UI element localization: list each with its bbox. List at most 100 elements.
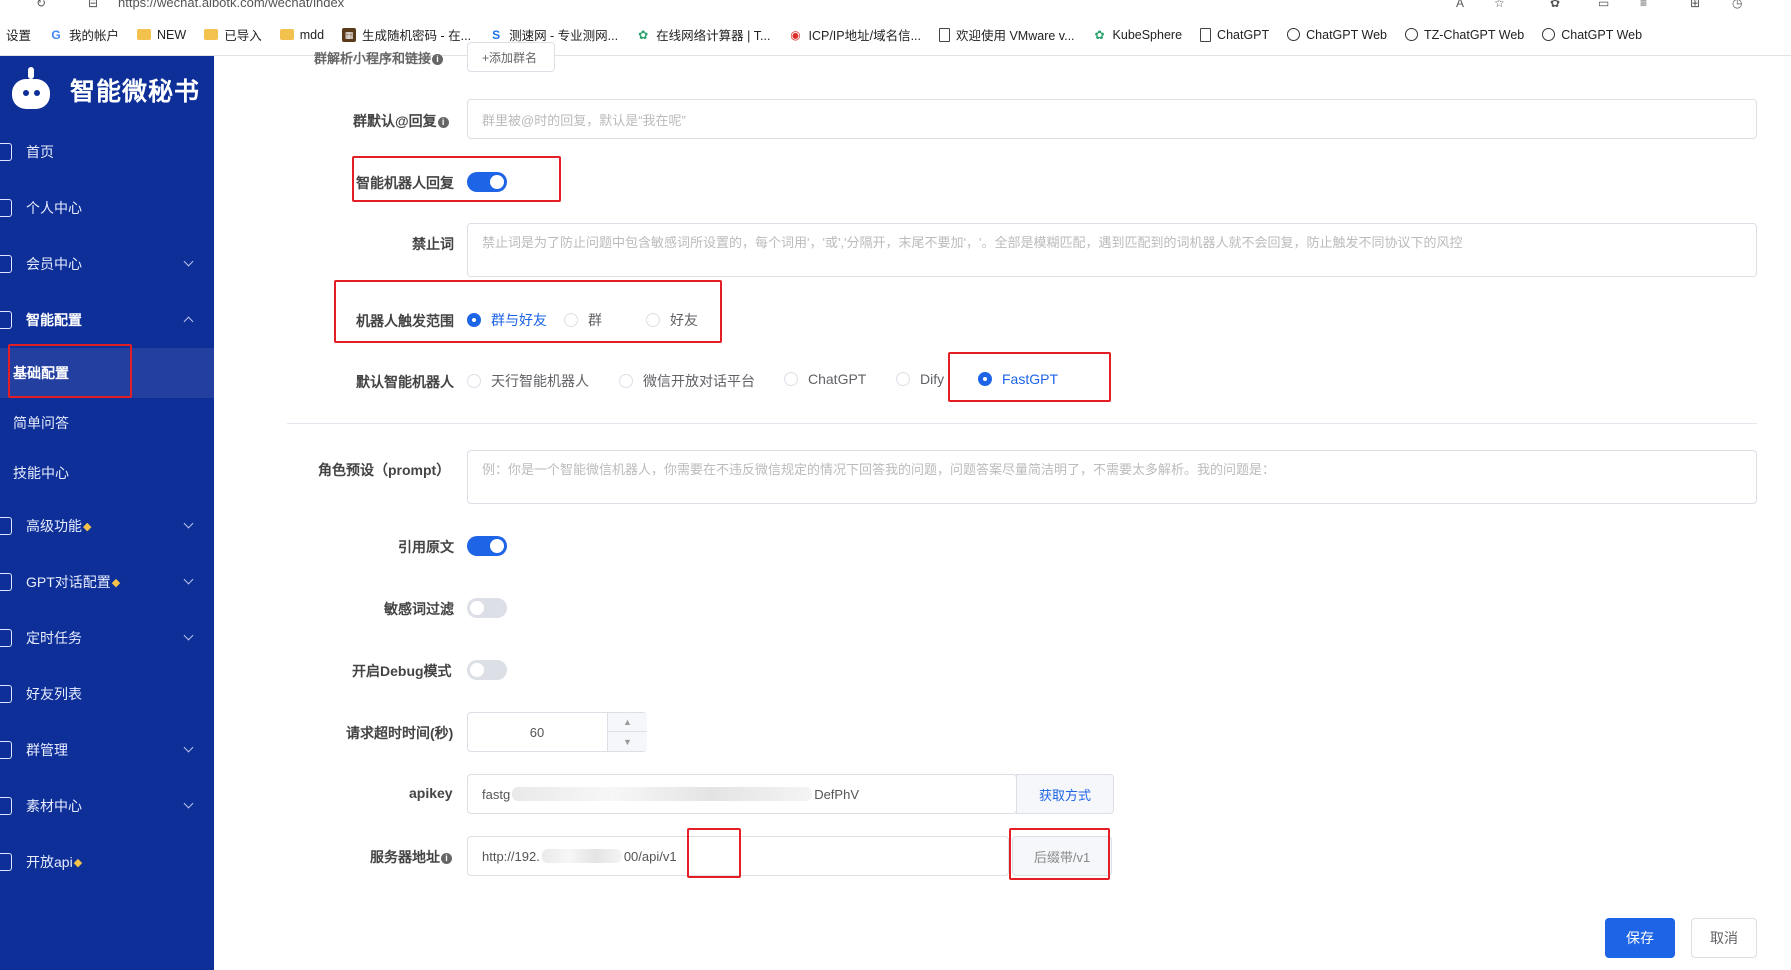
bookmark-4[interactable]: mdd (279, 27, 325, 42)
sidebar-item[interactable]: 首页 (0, 124, 214, 180)
menu-icon (0, 741, 12, 759)
brand-title: 智能微秘书 (70, 78, 201, 106)
radio-option[interactable]: ChatGPT (784, 371, 866, 387)
add-group-button[interactable]: +添加群名 (467, 42, 555, 72)
sidebar-item-label: 会员中心 (26, 256, 82, 272)
sidebar-item[interactable]: GPT对话配置 ◆ (0, 554, 214, 610)
extensions-icon[interactable]: ✿ (1550, 0, 1560, 10)
menu-icon (0, 629, 12, 647)
forbidden-words-label: 禁止词 (412, 236, 454, 252)
sensitive-filter-switch[interactable] (467, 598, 507, 618)
suffix-v1-addon: 后缀带/v1 (1012, 836, 1112, 876)
radio-option[interactable]: FastGPT (978, 371, 1058, 387)
collections-icon[interactable]: ⊞ (1690, 0, 1700, 10)
sidebar-item[interactable]: 素材中心 (0, 778, 214, 834)
favorites-icon[interactable]: ≡ (1640, 0, 1647, 10)
bookmark-1[interactable]: G 我的帐户 (49, 25, 119, 44)
bookmark-7[interactable]: ✿ 在线网络计算器 | T... (636, 25, 770, 44)
bookmark-14[interactable]: ChatGPT Web (1542, 28, 1642, 42)
debug-switch[interactable] (467, 660, 507, 680)
bookmark-5[interactable]: ▦ 生成随机密码 - 在... (342, 25, 471, 44)
redacted-text (541, 849, 622, 863)
bookmark-11[interactable]: ChatGPT (1200, 27, 1270, 42)
sidebar-item-label: 首页 (26, 144, 54, 160)
sidebar-item[interactable]: 智能配置 (0, 292, 214, 348)
kubesphere-icon: ✿ (1094, 27, 1105, 42)
sidebar-subitem[interactable]: 简单问答 (0, 398, 214, 448)
radio-option[interactable]: 天行智能机器人 (467, 371, 589, 391)
radio-option[interactable]: Dify (896, 371, 944, 387)
apikey-suffix: DefPhV (814, 786, 859, 802)
sidebar-item[interactable]: 会员中心 (0, 236, 214, 292)
sidebar-item[interactable]: 个人中心 (0, 180, 214, 236)
read-aloud-icon[interactable]: A (1456, 0, 1464, 10)
radio-label: 微信开放对话平台 (643, 373, 755, 389)
sidebar-item[interactable]: 定时任务 (0, 610, 214, 666)
menu-icon (0, 517, 12, 535)
bookmark-label: mdd (299, 27, 325, 42)
smart-reply-switch[interactable] (467, 172, 507, 192)
bookmark-label: ChatGPT Web (1306, 27, 1387, 42)
diamond-icon: ◆ (83, 520, 92, 533)
sidebar-item[interactable]: 开放api ◆ (0, 834, 214, 890)
chevron-icon (183, 256, 194, 267)
bookmark-10[interactable]: ✿ KubeSphere (1093, 28, 1183, 42)
bookmark-3[interactable]: 已导入 (204, 25, 262, 44)
trigger-scope-label: 机器人触发范围 (356, 313, 454, 329)
sidebar-subitem[interactable]: 技能中心 (0, 448, 214, 498)
get-apikey-button[interactable]: 获取方式 (1016, 774, 1114, 814)
sidebar-subitem[interactable]: 基础配置 (0, 348, 214, 398)
prompt-textarea[interactable]: 例：你是一个智能微信机器人，你需要在不违反微信规定的情况下回答我的问题，问题答案… (467, 450, 1757, 504)
address-bar[interactable]: https://wechat.aibotk.com/wechat/index (118, 0, 344, 10)
bookmark-9[interactable]: 欢迎使用 VMware v... (939, 25, 1075, 44)
sidebar-item-label: 开放api (26, 854, 73, 870)
favorite-icon[interactable]: ☆ (1494, 0, 1505, 10)
timeout-stepper[interactable]: ▲ ▼ (607, 713, 647, 751)
bookmark-12[interactable]: ChatGPT Web (1287, 28, 1387, 42)
site-info-icon[interactable]: ⊟ (88, 0, 98, 10)
quote-label: 引用原文 (398, 539, 454, 555)
group-parse-label: 群解析小程序和链接 i (314, 48, 444, 67)
sidebar-item[interactable]: 高级功能 ◆ (0, 498, 214, 554)
forbidden-words-textarea[interactable]: 禁止词是为了防止问题中包含敏感词所设置的，每个词用'，'或','分隔开，末尾不要… (467, 223, 1757, 277)
bookmark-label: 生成随机密码 - 在... (362, 29, 472, 43)
robot-logo-icon (6, 67, 56, 113)
sidebar: 智能微秘书 首页 个人中心 会员中心 智能配置 基础配置 简单问答 技能中心 高级功能 ◆ GPT… (0, 56, 214, 970)
radio-option[interactable]: 微信开放对话平台 (619, 371, 755, 391)
apikey-input[interactable]: fastg DefPhV (467, 774, 1017, 814)
cancel-button[interactable]: 取消 (1691, 918, 1757, 958)
openai-icon (1287, 28, 1301, 41)
bookmark-0[interactable]: 设置 (6, 25, 31, 44)
save-button[interactable]: 保存 (1605, 918, 1675, 958)
bookmark-label: 我的帐户 (69, 29, 120, 43)
sidebar-item-label: GPT对话配置 (26, 574, 111, 590)
apikey-label: apikey (409, 785, 453, 801)
smart-reply-label: 智能机器人回复 (356, 175, 454, 191)
decrease-icon[interactable]: ▼ (608, 732, 647, 751)
bookmark-label: ChatGPT (1217, 27, 1270, 42)
bookmark-2[interactable]: NEW (137, 28, 186, 42)
radio-circle-icon (896, 372, 910, 386)
split-icon[interactable]: ▭ (1598, 0, 1609, 10)
bookmark-label: 已导入 (224, 29, 262, 43)
sidebar-item[interactable]: 群管理 (0, 722, 214, 778)
bookmark-13[interactable]: TZ-ChatGPT Web (1404, 27, 1525, 42)
radio-option[interactable]: 好友 (646, 310, 698, 330)
radio-option[interactable]: 群与好友 (467, 310, 547, 330)
bookmark-label: TZ-ChatGPT Web (1423, 27, 1525, 42)
bookmark-label: KubeSphere (1112, 27, 1183, 42)
radio-option[interactable]: 群 (564, 310, 602, 330)
sensitive-filter-label: 敏感词过滤 (384, 601, 454, 617)
bookmark-8[interactable]: ◉ ICP/IP地址/域名信... (788, 25, 921, 44)
quote-switch[interactable] (467, 536, 507, 556)
sidebar-item[interactable]: 好友列表 (0, 666, 214, 722)
menu-icon (0, 853, 12, 871)
history-icon[interactable]: ◷ (1732, 0, 1742, 10)
reload-icon[interactable]: ↻ (36, 0, 46, 10)
sidebar-item-label: 素材中心 (26, 798, 82, 814)
group-at-reply-input[interactable]: 群里被@时的回复，默认是“我在呢” (467, 99, 1757, 139)
server-address-input[interactable]: http://192. 00/a pi/v1 (467, 836, 1009, 876)
chevron-icon (183, 574, 194, 585)
radio-label: Dify (920, 371, 945, 387)
increase-icon[interactable]: ▲ (608, 713, 647, 732)
